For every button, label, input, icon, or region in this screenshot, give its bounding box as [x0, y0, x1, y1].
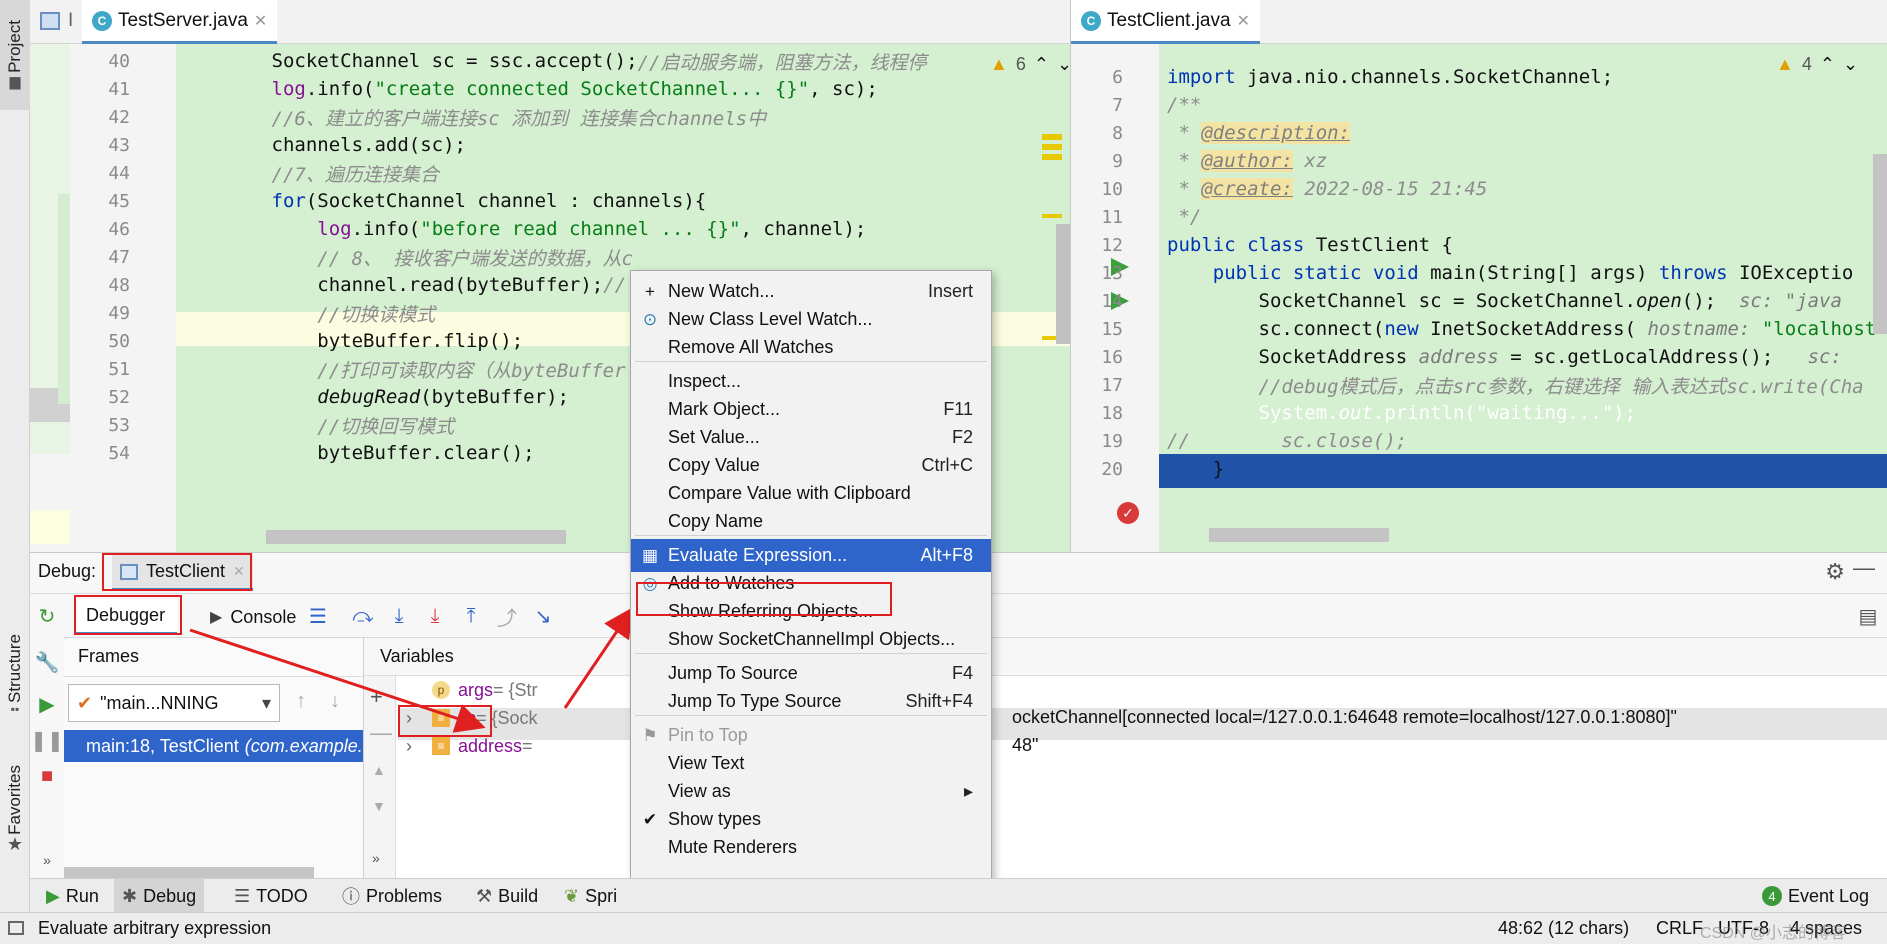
tool-window-bar: ▶ Run ✱ Debug ☰ TODO ⓘ Problems ⚒ Build … [30, 878, 1887, 913]
menu-item-mute-renderers[interactable]: Mute Renderers [631, 831, 991, 864]
toolwindow-event-log[interactable]: 4 Event Log [1754, 879, 1877, 913]
menu-item-label: Copy Value [668, 455, 760, 475]
toolwindow-spring[interactable]: ❦ Spri [556, 879, 625, 913]
menu-separator [635, 535, 987, 536]
menu-item-label: Show Referring Objects... [668, 601, 874, 621]
hammer-icon: ⚒ [476, 885, 493, 906]
list-icon: ☰ [234, 885, 251, 906]
run-icon: ▶ [46, 885, 60, 906]
menu-item-label: View Text [668, 753, 745, 773]
calculator-icon: ▦ [641, 545, 659, 565]
status-bar: Evaluate arbitrary expression 48:62 (12 … [0, 912, 1887, 944]
menu-item-label: Pin to Top [668, 725, 748, 745]
menu-item-remove-all-watches[interactable]: Remove All Watches [631, 331, 991, 364]
menu-item-shortcut: Insert [927, 281, 973, 301]
menu-item-label: Evaluate Expression... [668, 545, 848, 565]
menu-item-label: Remove All Watches [668, 337, 834, 357]
menu-item-label: View as [668, 781, 731, 801]
menu-item-label: Compare Value with Clipboard [668, 483, 911, 503]
toolwindow-debug[interactable]: ✱ Debug [114, 879, 205, 913]
class-watch-icon: ⊙ [642, 309, 658, 329]
submenu-arrow-icon: ▸ [963, 781, 973, 801]
menu-item-label: Show types [668, 809, 762, 829]
toolwindow-build-label: Build [498, 885, 539, 906]
menu-item-label: New Class Level Watch... [668, 309, 873, 329]
status-message: Evaluate arbitrary expression [38, 918, 272, 938]
leaf-icon: ❦ [564, 885, 580, 906]
bug-icon: ✱ [122, 885, 138, 906]
menu-separator [635, 715, 987, 716]
toolwindow-run[interactable]: ▶ Run [38, 879, 107, 913]
menu-item-label: Mute Renderers [668, 837, 798, 857]
toolwindow-spring-label: Spri [585, 885, 618, 906]
toolwindow-build[interactable]: ⚒ Build [468, 879, 546, 913]
line-separator[interactable]: CRLF [1656, 918, 1703, 939]
menu-item-label: Copy Name [668, 511, 764, 531]
caret-position[interactable]: 48:62 (12 chars) [1498, 918, 1629, 939]
context-menu: + New Watch... Insert ⊙ New Class Level Watc… [630, 270, 992, 944]
menu-item-jump-to-type-source[interactable]: Jump To Type Source Shift+F4 [631, 685, 991, 718]
watch-icon: ◎ [642, 573, 658, 593]
menu-item-label: Set Value... [668, 427, 760, 447]
menu-item-shortcut: F4 [951, 663, 973, 683]
menu-item-label: Jump To Type Source [668, 691, 842, 711]
menu-item-shortcut: Shift+F4 [905, 691, 973, 711]
toolwindow-debug-label: Debug [143, 885, 197, 906]
menu-item-label: Jump To Source [668, 663, 798, 683]
menu-item-shortcut: F11 [943, 399, 973, 419]
menu-item-shortcut: Ctrl+C [921, 455, 973, 475]
window-icon[interactable] [8, 921, 24, 935]
menu-item-copy-name[interactable]: Copy Name [631, 505, 991, 538]
menu-item-label: New Watch... [668, 281, 775, 301]
toolwindow-problems[interactable]: ⓘ Problems [334, 879, 450, 913]
menu-item-label: Inspect... [668, 371, 742, 391]
menu-separator [635, 361, 987, 362]
menu-item-label: Add to Watches [668, 573, 795, 593]
menu-item-shortcut: Alt+F8 [920, 545, 973, 565]
plus-icon: + [645, 281, 655, 301]
watermark: CSDN @小志的博客 [1700, 925, 1847, 942]
menu-item-label: Mark Object... [668, 399, 781, 419]
menu-item-shortcut: F2 [951, 427, 973, 447]
event-log-badge: 4 [1761, 886, 1782, 906]
menu-item-label: Show SocketChannelImpl Objects... [668, 629, 956, 649]
toolwindow-run-label: Run [65, 885, 99, 906]
toolwindow-problems-label: Problems [366, 885, 443, 906]
menu-item-show-socketchannelimpl-objects[interactable]: Show SocketChannelImpl Objects... [631, 623, 991, 656]
toolwindow-event-log-label: Event Log [1787, 885, 1869, 906]
toolwindow-todo-label: TODO [256, 885, 308, 906]
toolwindow-todo[interactable]: ☰ TODO [226, 879, 316, 913]
info-icon: ⓘ [342, 887, 360, 907]
pin-icon: ⚑ [642, 725, 658, 745]
menu-separator [635, 653, 987, 654]
check-icon: ✔ [642, 809, 658, 829]
